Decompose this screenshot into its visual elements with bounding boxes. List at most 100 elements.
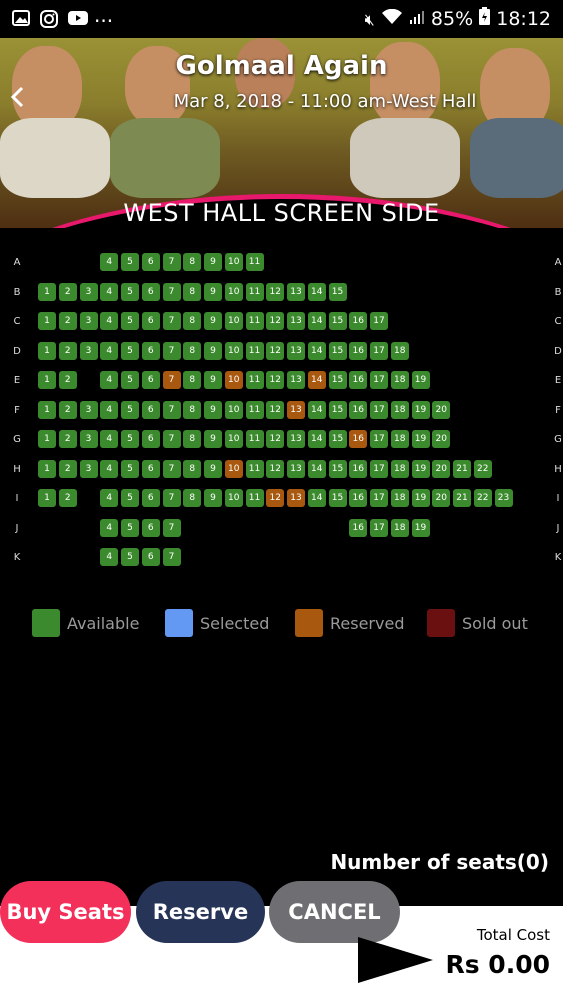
seat-f11[interactable]: 11 (245, 400, 264, 419)
seat-b6[interactable]: 6 (141, 282, 160, 301)
seat-d9[interactable]: 9 (204, 341, 222, 360)
reserve-button[interactable]: Reserve (136, 881, 265, 943)
seat-b15[interactable]: 15 (328, 282, 347, 301)
seat-b2[interactable]: 2 (58, 282, 77, 301)
seat-e11[interactable]: 11 (245, 371, 264, 389)
buy-seats-button[interactable]: Buy Seats (0, 881, 131, 943)
seat-h4[interactable]: 4 (100, 459, 119, 478)
seat-b13[interactable]: 13 (287, 282, 305, 301)
seat-d8[interactable]: 8 (183, 341, 202, 360)
seat-f1[interactable]: 1 (38, 400, 56, 419)
seat-d7[interactable]: 7 (162, 341, 181, 360)
seat-d1[interactable]: 1 (38, 341, 56, 360)
seat-i5[interactable]: 5 (121, 489, 139, 507)
seat-j4[interactable]: 4 (100, 518, 119, 537)
seat-b4[interactable]: 4 (100, 282, 119, 301)
seat-i13[interactable]: 13 (287, 489, 305, 507)
seat-f8[interactable]: 8 (183, 400, 202, 419)
seat-h2[interactable]: 2 (58, 459, 77, 478)
seat-d3[interactable]: 3 (79, 341, 98, 360)
seat-c14[interactable]: 14 (307, 312, 326, 330)
seat-i19[interactable]: 19 (411, 489, 430, 507)
seat-g17[interactable]: 17 (370, 430, 388, 448)
seat-h20[interactable]: 20 (432, 459, 451, 478)
seat-c13[interactable]: 13 (287, 312, 305, 330)
seat-f13[interactable]: 13 (287, 400, 305, 419)
seat-j18[interactable]: 18 (390, 518, 409, 537)
seat-i21[interactable]: 21 (453, 489, 471, 507)
seat-i18[interactable]: 18 (390, 489, 409, 507)
seat-d17[interactable]: 17 (370, 341, 388, 360)
seat-a7[interactable]: 7 (162, 253, 181, 271)
seat-c16[interactable]: 16 (349, 312, 368, 330)
seat-i15[interactable]: 15 (328, 489, 347, 507)
seat-f10[interactable]: 10 (224, 400, 243, 419)
seat-d13[interactable]: 13 (287, 341, 305, 360)
seat-h22[interactable]: 22 (473, 459, 492, 478)
seat-i6[interactable]: 6 (141, 489, 160, 507)
seat-h14[interactable]: 14 (307, 459, 326, 478)
seat-e6[interactable]: 6 (141, 371, 160, 389)
seat-e8[interactable]: 8 (183, 371, 202, 389)
seat-c6[interactable]: 6 (141, 312, 160, 330)
seat-c3[interactable]: 3 (79, 312, 98, 330)
seat-i12[interactable]: 12 (266, 489, 285, 507)
seat-e19[interactable]: 19 (411, 371, 430, 389)
seat-c10[interactable]: 10 (224, 312, 243, 330)
seat-c11[interactable]: 11 (245, 312, 264, 330)
seat-h1[interactable]: 1 (38, 459, 56, 478)
seat-e17[interactable]: 17 (370, 371, 388, 389)
seat-i20[interactable]: 20 (432, 489, 451, 507)
seat-d16[interactable]: 16 (349, 341, 368, 360)
seat-k5[interactable]: 5 (121, 548, 139, 566)
seat-h12[interactable]: 12 (266, 459, 285, 478)
seat-a4[interactable]: 4 (100, 253, 119, 271)
seat-f16[interactable]: 16 (349, 400, 368, 419)
seat-i14[interactable]: 14 (307, 489, 326, 507)
seat-g3[interactable]: 3 (79, 430, 98, 448)
seat-g14[interactable]: 14 (307, 430, 326, 448)
seat-g10[interactable]: 10 (224, 430, 243, 448)
seat-b10[interactable]: 10 (224, 282, 243, 301)
seat-g5[interactable]: 5 (121, 430, 139, 448)
seat-g2[interactable]: 2 (58, 430, 77, 448)
seat-g7[interactable]: 7 (162, 430, 181, 448)
seat-f3[interactable]: 3 (79, 400, 98, 419)
seat-g16[interactable]: 16 (349, 430, 368, 448)
seat-h17[interactable]: 17 (370, 459, 388, 478)
seat-i4[interactable]: 4 (100, 489, 119, 507)
seat-k7[interactable]: 7 (162, 548, 181, 566)
seat-h6[interactable]: 6 (141, 459, 160, 478)
seat-e12[interactable]: 12 (266, 371, 285, 389)
seat-g4[interactable]: 4 (100, 430, 119, 448)
seat-e16[interactable]: 16 (349, 371, 368, 389)
seat-e4[interactable]: 4 (100, 371, 119, 389)
seat-f18[interactable]: 18 (390, 400, 409, 419)
seat-e15[interactable]: 15 (328, 371, 347, 389)
seat-e18[interactable]: 18 (390, 371, 409, 389)
seat-e5[interactable]: 5 (121, 371, 139, 389)
seat-c8[interactable]: 8 (183, 312, 202, 330)
seat-d6[interactable]: 6 (141, 341, 160, 360)
seat-g8[interactable]: 8 (183, 430, 202, 448)
seat-h3[interactable]: 3 (79, 459, 98, 478)
seat-i1[interactable]: 1 (38, 489, 56, 507)
seat-c2[interactable]: 2 (58, 312, 77, 330)
seat-e2[interactable]: 2 (58, 371, 77, 389)
seat-g20[interactable]: 20 (432, 430, 451, 448)
seat-d4[interactable]: 4 (100, 341, 119, 360)
seat-j16[interactable]: 16 (349, 518, 368, 537)
seat-h8[interactable]: 8 (183, 459, 202, 478)
seat-d18[interactable]: 18 (390, 341, 409, 360)
seat-f6[interactable]: 6 (141, 400, 160, 419)
seat-e14[interactable]: 14 (307, 371, 326, 389)
seat-b7[interactable]: 7 (162, 282, 181, 301)
seat-g18[interactable]: 18 (390, 430, 409, 448)
seat-e9[interactable]: 9 (204, 371, 222, 389)
seat-f9[interactable]: 9 (204, 400, 222, 419)
seat-f14[interactable]: 14 (307, 400, 326, 419)
seat-h5[interactable]: 5 (121, 459, 139, 478)
seat-i16[interactable]: 16 (349, 489, 368, 507)
seat-d14[interactable]: 14 (307, 341, 326, 360)
seat-f7[interactable]: 7 (162, 400, 181, 419)
